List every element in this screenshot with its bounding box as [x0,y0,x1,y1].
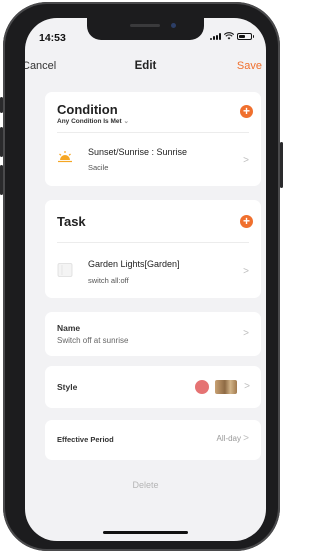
style-color-swatch[interactable] [195,380,209,394]
task-item-subtitle: switch all:off [88,276,129,285]
power-button [280,142,283,188]
condition-mode-selector[interactable]: Any Condition Is Met ⌄ [57,117,129,125]
task-card: Task + Garden Lights[Garden] switch all:… [45,200,261,298]
chevron-down-icon: ⌄ [123,118,129,125]
add-task-button[interactable]: + [240,215,253,228]
chevron-right-icon: > [243,266,249,277]
status-time: 14:53 [39,32,66,44]
name-value: Switch off at sunrise [57,336,129,345]
delete-button[interactable]: Delete [25,480,266,490]
chevron-right-icon: > [243,328,249,339]
phone-frame: 14:53 Cancel Edit Save Condition + Any C… [0,2,283,551]
wifi-icon [224,32,234,40]
camera [171,23,176,28]
speaker [130,24,160,27]
sunrise-icon [58,151,72,163]
nav-bar: Cancel Edit Save [25,60,266,80]
condition-mode-label: Any Condition Is Met [57,118,122,125]
chevron-right-icon: > [243,433,249,444]
status-icons [210,32,254,40]
condition-title: Condition [57,102,118,117]
battery-icon [237,32,254,40]
page-title: Edit [134,60,157,72]
effective-period-label: Effective Period [57,435,114,444]
condition-item-title: Sunset/Sunrise : Sunrise [88,147,188,157]
home-indicator [103,531,188,534]
screen: 14:53 Cancel Edit Save Condition + Any C… [25,18,266,541]
device-icon [57,263,73,277]
style-label: Style [57,382,78,392]
volume-down-button [0,165,3,195]
divider [57,132,249,133]
effective-period-row[interactable]: Effective Period All-day > [45,420,261,460]
style-background-thumbnail[interactable] [215,380,237,394]
save-button[interactable]: Save [237,60,262,72]
name-row[interactable]: Name Switch off at sunrise > [45,312,261,356]
divider [57,242,249,243]
task-item-title: Garden Lights[Garden] [88,259,180,269]
chevron-right-icon: > [244,381,250,392]
effective-period-value: All-day [216,434,241,443]
cellular-signal-icon [210,32,221,40]
style-row[interactable]: Style > [45,366,261,408]
notch [87,18,204,40]
condition-card: Condition + Any Condition Is Met ⌄ Sunse… [45,92,261,186]
name-label: Name [57,323,81,333]
volume-up-button [0,127,3,157]
silent-switch [0,97,3,113]
add-condition-button[interactable]: + [240,105,253,118]
condition-item-subtitle: Sacile [88,163,109,172]
chevron-right-icon: > [243,155,249,166]
task-title: Task [57,214,86,229]
